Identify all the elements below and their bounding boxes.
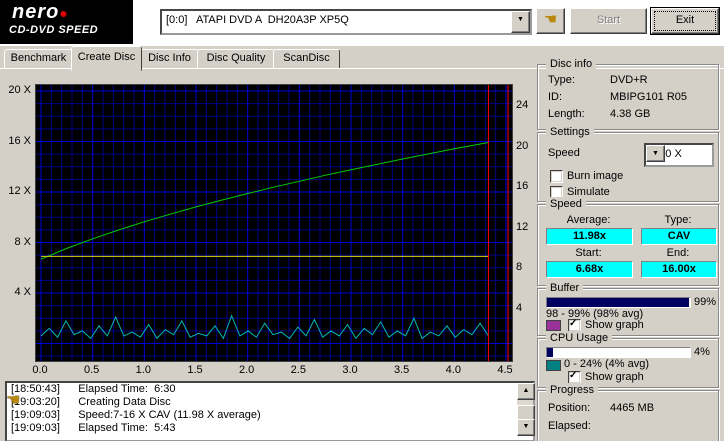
average-speed-value: 11.98x [546,228,633,245]
buffer-percent: 99% [694,296,717,308]
axis-tick-label: 16 [516,180,529,193]
axis-tick-label: 20 X [8,84,31,96]
axis-tick-label: 16 X [8,134,31,147]
disc-info-group: Disc info Type: DVD+R ID: MBIPG101 R05 L… [537,57,719,130]
cpu-percent: 4% [694,346,710,358]
axis-tick-label: 24 [516,99,529,111]
speed-group-title: Speed [546,197,586,211]
cpu-bar [546,347,691,358]
speed-select[interactable]: 16.0 X ▼ [644,143,714,167]
position-value: 4465 MB [610,402,655,414]
hand-icon: ☚ [543,11,558,28]
nero-cd-dvd-speed-window: nero● CD-DVD SPEED [0:0] ATAPI DVD A DH2… [0,0,724,441]
disc-length-label: Length: [548,108,585,120]
speed-type-value: CAV [641,228,717,245]
hand-tool-button[interactable]: ☚ [536,8,565,34]
cpu-usage-title: CPU Usage [546,331,613,345]
buffer-bar [546,297,691,308]
buffer-group: Buffer 99% 98 - 99% (98% avg) ✓ Show gra… [537,281,719,336]
log-line: [19:09:03] Elapsed Time: 5:43 [11,422,176,434]
axis-tick-label: 0.0 [32,364,48,376]
toolbar: nero● CD-DVD SPEED [0:0] ATAPI DVD A DH2… [0,0,724,46]
cpu-graph-swatch [546,360,561,371]
exit-button[interactable]: Exit [651,8,719,34]
axis-tick-label: 20 [516,139,529,152]
speed-type-label: Type: [664,214,692,226]
start-button[interactable]: Start [570,8,647,34]
speed-chart [35,84,513,362]
axis-tick-label: 1.5 [187,364,203,376]
axis-tick-label: 2.0 [239,364,255,376]
tab-scandisc[interactable]: ScanDisc [273,49,340,70]
average-speed-label: Average: [566,214,611,226]
axis-tick-label: 8 X [14,235,31,248]
axis-tick-label: 3.0 [342,364,358,376]
position-label: Position: [548,402,591,414]
scroll-up-button[interactable]: ▲ [517,383,535,400]
speed-select-label: Speed [548,147,580,159]
disc-id-label: ID: [548,91,563,103]
axis-tick-label: 3.5 [394,364,410,376]
scroll-down-button[interactable]: ▼ [517,419,535,436]
disc-type-value: DVD+R [610,74,648,86]
axis-tick-label: 4 X [14,286,31,298]
check-icon: ✓ [569,370,578,381]
log-line: [19:03:20] Creating Data Disc [11,396,171,408]
disc-info-title: Disc info [546,57,597,71]
end-speed-value: 16.00x [641,261,717,278]
buffer-title: Buffer [546,281,584,295]
cpu-bar-fill [547,348,553,357]
axis-tick-label: 4.0 [445,364,461,376]
start-speed-value: 6.68x [546,261,633,278]
drive-selector-value: [0:0] ATAPI DVD A DH20A3P XP5Q [166,14,349,26]
axis-tick-label: 4 [516,302,523,314]
log-scrollbar[interactable]: ▲ ▼ [517,383,535,436]
elapsed-label: Elapsed: [548,420,591,432]
hand-cursor-icon: ☚ [6,392,21,409]
settings-title: Settings [546,125,594,139]
speed-group: Speed Average: Type: 11.98x CAV Start: E… [537,197,719,286]
nero-logo-dot-icon: ● [59,5,69,21]
buffer-bar-fill [547,298,689,307]
dropdown-arrow-icon[interactable]: ▼ [511,11,530,33]
disc-id-value: MBIPG101 R05 [610,91,688,103]
tab-benchmark[interactable]: Benchmark [4,49,73,70]
axis-tick-label: 12 X [8,185,31,197]
end-speed-label: End: [666,247,690,259]
disc-type-label: Type: [548,74,575,86]
progress-group: Progress Position: 4465 MB Elapsed: [537,383,719,441]
tab-disc-info[interactable]: Disc Info [140,49,199,70]
cpu-range: 0 - 24% (4% avg) [564,358,649,370]
start-speed-label: Start: [575,247,602,259]
nero-logo: nero● CD-DVD SPEED [0,0,133,44]
cpu-show-graph-label: Show graph [585,371,644,383]
settings-group: Settings Speed 16.0 X ▼ Burn image Simul… [537,125,719,202]
burn-image-label: Burn image [567,170,624,182]
axis-tick-label: 12 [516,220,529,233]
buffer-show-graph-label: Show graph [585,319,644,331]
dropdown-arrow-icon[interactable]: ▼ [646,145,665,162]
axis-tick-label: 8 [516,261,523,274]
burn-image-checkbox[interactable] [550,170,563,183]
axis-tick-label: 1.0 [135,364,151,376]
buffer-graph-swatch [546,320,561,331]
axis-tick-label: 4.5 [497,364,513,376]
check-icon: ✓ [569,318,578,329]
tab-disc-quality[interactable]: Disc Quality [197,49,275,70]
axis-tick-label: 2.5 [290,364,306,376]
log-line: [18:50:43] Elapsed Time: 6:30 [11,383,176,395]
progress-title: Progress [546,383,599,397]
log-list[interactable]: [18:50:43] Elapsed Time: 6:30 [19:03:20]… [5,381,535,441]
disc-length-value: 4.38 GB [610,108,651,120]
cd-dvd-speed-logo-text: CD-DVD SPEED [9,24,99,36]
log-line: [19:09:03] Speed:7-16 X CAV (11.98 X ave… [11,409,261,421]
nero-logo-text: nero [12,1,60,23]
cpu-usage-group: CPU Usage 4% 0 - 24% (4% avg) ✓ Show gra… [537,331,719,388]
tab-create-disc[interactable]: Create Disc [71,46,142,71]
axis-tick-label: 0.5 [84,364,100,376]
drive-selector[interactable]: [0:0] ATAPI DVD A DH20A3P XP5Q ▼ [160,9,532,35]
